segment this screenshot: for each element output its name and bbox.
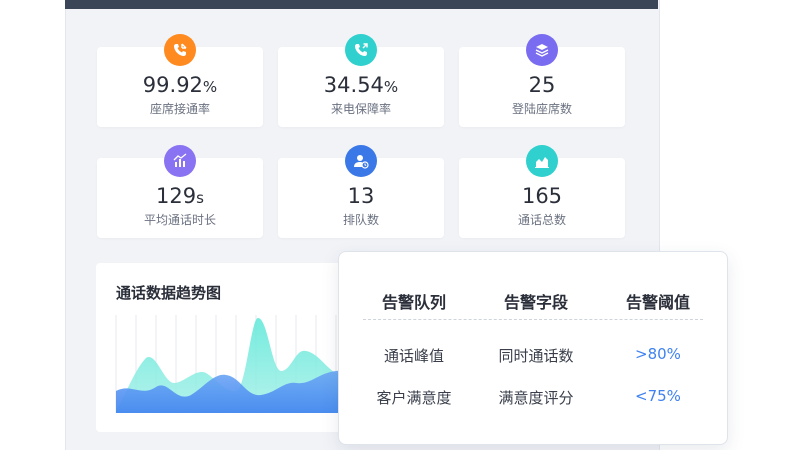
trend-chart-title: 通话数据趋势图: [116, 284, 222, 302]
stat-card-logged-agents[interactable]: 25 登陆座席数: [459, 34, 625, 127]
phone-incoming-icon: [164, 34, 196, 66]
stat-label: 排队数: [342, 213, 379, 227]
table-cell-threshold: <75%: [635, 387, 681, 405]
trend-chart-card: 通话数据趋势图: [96, 263, 356, 432]
top-bar: [65, 0, 658, 9]
table-cell-threshold: >80%: [635, 345, 681, 363]
stat-value: 34.54%: [323, 73, 399, 97]
alert-threshold-panel: 告警队列 告警字段 告警阈值 通话峰值 同时通话数 >80% 客户满意度 满意度…: [338, 251, 728, 445]
trend-chart: [115, 315, 356, 413]
stat-card-total-calls[interactable]: 165 通话总数: [459, 145, 625, 238]
phone-outgoing-icon: [345, 34, 377, 66]
stat-card-queue[interactable]: 13 排队数: [278, 145, 444, 238]
stat-value: 25: [528, 73, 556, 97]
stat-label: 平均通话时长: [143, 213, 216, 227]
stat-card-guarantee-rate[interactable]: 34.54% 来电保障率: [278, 34, 444, 127]
stat-label: 座席接通率: [149, 102, 210, 116]
stat-value: 129s: [156, 184, 204, 208]
column-header-alert-threshold: 告警阈值: [625, 293, 690, 312]
stat-card-avg-duration[interactable]: 129s 平均通话时长: [97, 145, 263, 238]
table-cell: 满意度评分: [498, 389, 574, 407]
stat-card-answer-rate[interactable]: 99.92% 座席接通率: [97, 34, 263, 127]
user-clock-icon: [345, 145, 377, 177]
table-cell: 同时通话数: [498, 347, 574, 365]
table-cell: 客户满意度: [376, 389, 452, 407]
area-chart-icon: [526, 145, 558, 177]
stat-label: 来电保障率: [330, 102, 391, 116]
stat-value: 13: [347, 184, 375, 208]
stat-label: 登陆座席数: [511, 102, 572, 116]
stat-label: 通话总数: [517, 213, 566, 227]
bar-chart-icon: [164, 145, 196, 177]
stat-value: 99.92%: [142, 73, 218, 97]
layers-icon: [526, 34, 558, 66]
table-cell: 通话峰值: [383, 347, 444, 365]
header-divider: [363, 319, 703, 320]
stat-value: 165: [521, 184, 563, 208]
column-header-alert-queue: 告警队列: [381, 293, 446, 312]
column-header-alert-field: 告警字段: [503, 293, 568, 312]
